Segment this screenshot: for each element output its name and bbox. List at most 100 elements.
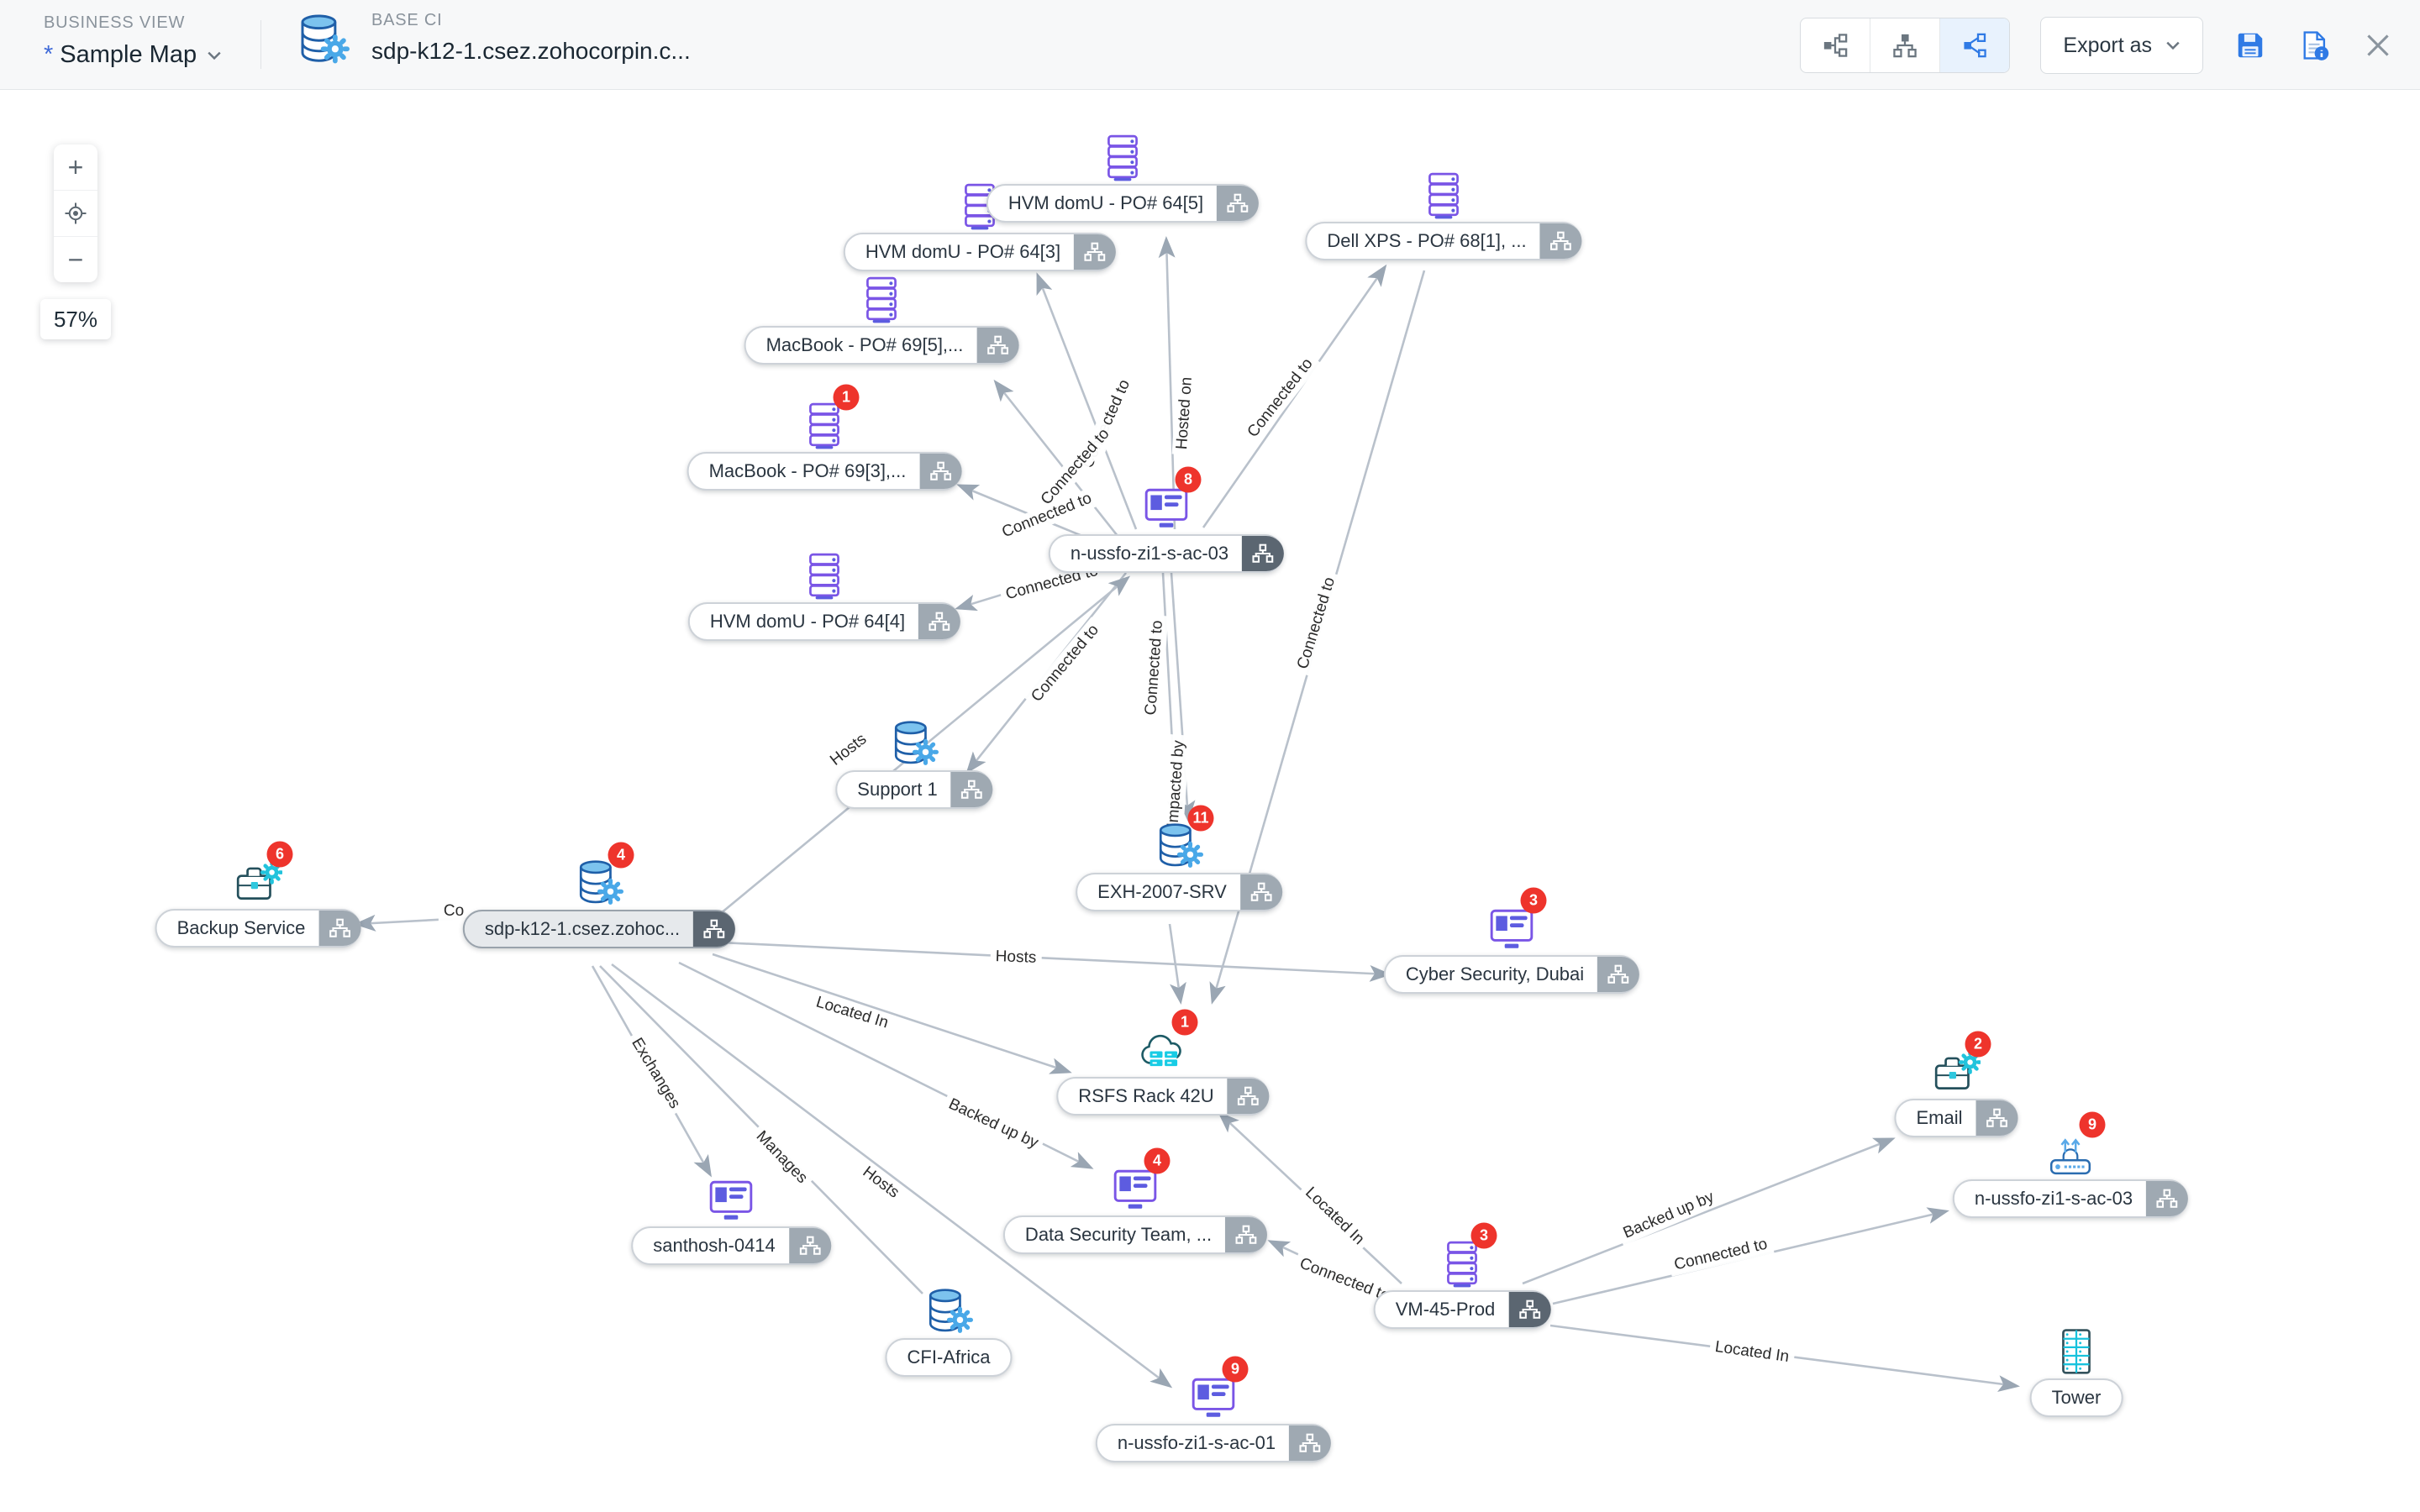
org-chart-icon	[1518, 1299, 1540, 1320]
server-icon[interactable]	[800, 552, 849, 601]
hvm-domu-64-3-node[interactable]: HVM domU - PO# 64[3]	[844, 233, 1116, 271]
hvm-domu-64-5-node[interactable]: HVM domU - PO# 64[5]	[986, 184, 1259, 223]
org-chart-icon	[1235, 1225, 1257, 1245]
cfi-africa-node[interactable]: CFI-Africa	[886, 1338, 1013, 1377]
n-ussfo-zi1-s-ac-03-center-node[interactable]: n-ussfo-zi1-s-ac-03	[1049, 534, 1284, 573]
org-chart-icon	[329, 918, 350, 938]
tower-node[interactable]: Tower	[2030, 1378, 2123, 1417]
org-chart-icon	[1252, 543, 1274, 564]
expand-relationships-button[interactable]	[1074, 234, 1116, 270]
backup-service-node[interactable]: Backup Service	[155, 909, 361, 948]
dell-xps-68-1-node[interactable]: Dell XPS - PO# 68[1], ...	[1305, 222, 1581, 260]
hvm-domu-64-4-node[interactable]: HVM domU - PO# 64[4]	[688, 602, 960, 641]
alert-count-badge: 3	[1471, 1223, 1497, 1249]
expand-relationships-button[interactable]	[1242, 536, 1284, 571]
expand-relationships-button[interactable]	[1508, 1292, 1550, 1327]
zoom-in-button[interactable]: +	[54, 144, 97, 191]
base-ci-block: BASE CI sdp-k12-1.csez.zohocorpin.c...	[296, 8, 691, 67]
sdp-k12-1-node[interactable]: sdp-k12-1.csez.zohoc...	[463, 910, 735, 948]
server-icon[interactable]	[1419, 171, 1468, 220]
n-ussfo-zi1-s-ac-01-node[interactable]: n-ussfo-zi1-s-ac-01	[1096, 1424, 1331, 1462]
node-label: Backup Service	[157, 917, 319, 939]
document-info-icon	[2298, 29, 2330, 61]
zoom-controls: + −	[54, 144, 97, 282]
expand-relationships-button[interactable]	[1225, 1217, 1267, 1252]
expand-relationships-button[interactable]	[1228, 1079, 1270, 1114]
email-node[interactable]: Email	[1894, 1099, 2018, 1137]
business-view-window: Connected toHosted onConnected toConnect…	[0, 0, 2420, 1512]
expand-relationships-button[interactable]	[919, 454, 961, 489]
export-as-button[interactable]: Export as	[2040, 17, 2203, 74]
alert-count-badge: 1	[834, 385, 860, 411]
org-chart-icon	[1299, 1433, 1321, 1453]
server-icon[interactable]	[857, 276, 906, 324]
macbook-69-5-node[interactable]: MacBook - PO# 69[5],...	[744, 326, 1019, 365]
crosshair-icon	[64, 202, 87, 225]
expand-relationships-button[interactable]	[318, 911, 360, 946]
alert-count-badge: 3	[1521, 888, 1547, 914]
expand-relationships-button[interactable]	[1540, 223, 1582, 259]
server-icon[interactable]	[1098, 134, 1147, 182]
santhosh-0414-node[interactable]: santhosh-0414	[631, 1226, 831, 1265]
data-security-team-node[interactable]: Data Security Team, ...	[1003, 1215, 1267, 1254]
alert-count-badge: 8	[1176, 467, 1202, 493]
workstation-icon[interactable]	[707, 1176, 755, 1225]
expand-relationships-button[interactable]	[1976, 1100, 2018, 1136]
macbook-69-3-node[interactable]: MacBook - PO# 69[3],...	[687, 452, 962, 491]
relationship-map-canvas[interactable]: Connected toHosted onConnected toConnect…	[0, 0, 2420, 1512]
expand-relationships-button[interactable]	[1217, 186, 1259, 221]
map-name-dropdown[interactable]: * Sample Map	[44, 41, 222, 69]
rsfs-rack-42u-node[interactable]: RSFS Rack 42U	[1056, 1077, 1269, 1116]
vertical-tree-layout-button[interactable]	[1870, 18, 1940, 72]
org-chart-icon	[986, 335, 1008, 355]
zoom-out-button[interactable]: −	[54, 237, 97, 282]
node-label: HVM domU - PO# 64[3]	[845, 241, 1074, 263]
expand-relationships-button[interactable]	[693, 911, 735, 947]
edge-label: Hosts	[990, 947, 1041, 969]
expand-relationships-button[interactable]	[1289, 1425, 1331, 1461]
node-label: RSFS Rack 42U	[1058, 1085, 1227, 1107]
alert-count-badge: 4	[608, 843, 634, 869]
base-ci-name: sdp-k12-1.csez.zohocorpin.c...	[371, 38, 691, 65]
exh-2007-srv-node[interactable]: EXH-2007-SRV	[1076, 873, 1282, 911]
cyber-security-dubai-node[interactable]: Cyber Security, Dubai	[1384, 955, 1639, 994]
org-chart-icon	[961, 780, 983, 800]
node-label: n-ussfo-zi1-s-ac-03	[1050, 543, 1242, 564]
edge-exh-2007-srv--rsfs-rack-42u	[1170, 924, 1181, 1001]
org-chart-icon	[2156, 1189, 2178, 1209]
header-divider	[260, 20, 261, 69]
org-chart-icon	[799, 1236, 821, 1256]
node-label: Tower	[2032, 1387, 2122, 1409]
org-chart-icon	[1550, 231, 1572, 251]
n-ussfo-zi1-s-ac-03-right-node[interactable]: n-ussfo-zi1-s-ac-03	[1953, 1179, 2188, 1218]
expand-relationships-button[interactable]	[1240, 874, 1282, 910]
vm-45-prod-node[interactable]: VM-45-Prod	[1374, 1290, 1551, 1329]
database-gear-icon[interactable]	[890, 720, 939, 769]
node-label: HVM domU - PO# 64[4]	[690, 611, 918, 633]
save-button[interactable]	[2233, 29, 2267, 62]
expand-relationships-button[interactable]	[1597, 957, 1639, 992]
expand-relationships-button[interactable]	[951, 772, 993, 807]
org-chart-icon	[1084, 242, 1106, 262]
export-as-label: Export as	[2063, 34, 2152, 58]
edge-sdp-k12-1--cyber-security-dubai	[721, 942, 1388, 974]
radial-layout-button[interactable]	[1940, 18, 2009, 72]
database-gear-icon[interactable]	[924, 1288, 973, 1336]
horizontal-tree-layout-button[interactable]	[1801, 18, 1870, 72]
edge-layer	[0, 0, 2420, 1512]
fit-to-screen-button[interactable]	[54, 191, 97, 237]
node-label: MacBook - PO# 69[5],...	[746, 334, 977, 356]
expand-relationships-button[interactable]	[789, 1228, 831, 1263]
alert-count-badge: 9	[1223, 1357, 1249, 1383]
node-label: Cyber Security, Dubai	[1386, 963, 1597, 985]
support-1-node[interactable]: Support 1	[835, 770, 992, 809]
expand-relationships-button[interactable]	[2146, 1181, 2188, 1216]
rack-icon[interactable]	[2052, 1328, 2101, 1377]
expand-relationships-button[interactable]	[918, 604, 960, 639]
map-properties-button[interactable]	[2297, 29, 2331, 62]
close-icon	[2363, 30, 2393, 60]
header-actions: Export as	[1800, 17, 2395, 74]
org-chart-icon	[1227, 193, 1249, 213]
expand-relationships-button[interactable]	[976, 328, 1018, 363]
close-button[interactable]	[2361, 29, 2395, 62]
